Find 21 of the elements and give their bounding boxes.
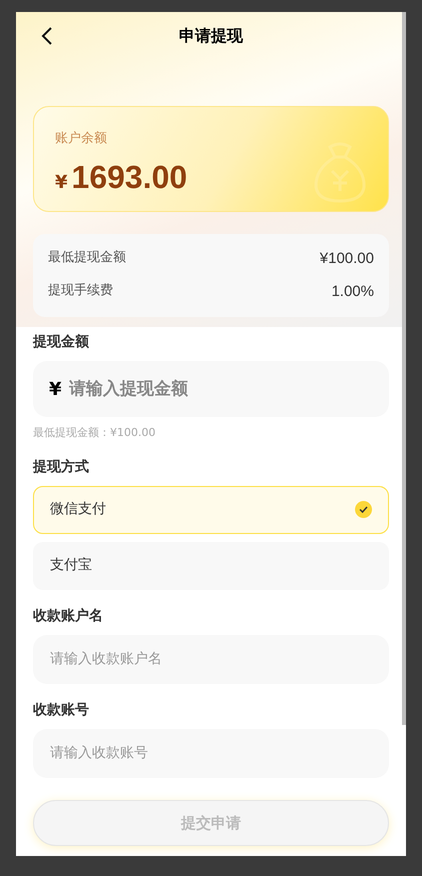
section-label: 收款账户名: [33, 606, 104, 626]
info-label: 最低提现金额: [48, 249, 126, 267]
currency-symbol: ¥: [49, 378, 62, 402]
scrollbar[interactable]: [402, 12, 406, 725]
text-field[interactable]: 请输入收款账号: [33, 728, 389, 778]
balance-label: 账户余额: [55, 130, 108, 148]
section-label: 提现方式: [33, 458, 90, 476]
info-value: ¥100.00: [320, 249, 374, 269]
text-field[interactable]: 请输入收款账户名: [33, 634, 389, 684]
amount-hint: 最低提现金额：¥100.00: [33, 425, 156, 441]
page-title: 申请提现: [179, 25, 243, 47]
payment-option[interactable]: 支付宝: [33, 542, 389, 590]
back-icon[interactable]: [41, 27, 53, 45]
section-label: 收款账号: [33, 700, 90, 720]
currency-symbol: ¥: [55, 170, 68, 194]
section-label: 提现金额: [33, 332, 90, 352]
check-icon: [355, 501, 372, 518]
info-value: 1.00%: [331, 282, 374, 302]
info-label: 提现手续费: [48, 282, 113, 300]
payment-option[interactable]: 微信支付: [33, 486, 389, 534]
balance-amount: 1693.00: [72, 158, 188, 196]
